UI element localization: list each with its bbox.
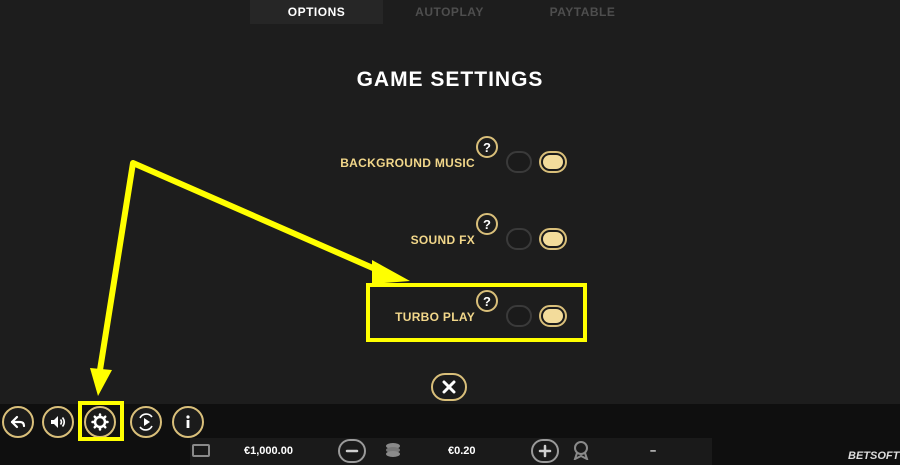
info-button[interactable] (172, 406, 204, 438)
help-button-sound-fx[interactable]: ? (476, 213, 498, 235)
toggle-background-music-on[interactable] (539, 151, 567, 173)
annotation-arrow-lines (97, 160, 384, 371)
close-icon (442, 380, 456, 394)
turbo-play-highlight (366, 283, 587, 342)
speaker-icon (51, 416, 66, 428)
setting-label-sound-fx: SOUND FX (410, 233, 475, 247)
award-icon (572, 440, 590, 461)
decrease-bet-button[interactable] (338, 439, 366, 463)
minus-icon (345, 449, 359, 453)
brand-logo: BETSOFT (848, 450, 900, 462)
back-arrow-icon (10, 415, 26, 429)
autoplay-icon (139, 413, 153, 431)
coins-icon (384, 441, 402, 459)
increase-bet-button[interactable] (531, 439, 559, 463)
plus-icon (538, 444, 552, 458)
toggle-sound-fx-off[interactable] (506, 228, 532, 250)
close-button[interactable] (431, 373, 467, 401)
tab-autoplay[interactable]: AUTOPLAY (383, 0, 516, 24)
annotation-arrowhead-turbo (372, 260, 410, 284)
help-button-background-music[interactable]: ? (476, 136, 498, 158)
settings-button-highlight (78, 401, 124, 441)
tab-paytable[interactable]: PAYTABLE (516, 0, 649, 24)
info-icon (186, 415, 190, 428)
toggle-background-music-off[interactable] (506, 151, 532, 173)
bet-value: €0.20 (448, 445, 476, 457)
wallet-icon (192, 444, 210, 457)
page-title: GAME SETTINGS (356, 68, 544, 91)
toggle-sound-fx-on[interactable] (539, 228, 567, 250)
tab-bar: OPTIONS AUTOPLAY PAYTABLE (250, 0, 650, 24)
tab-options[interactable]: OPTIONS (250, 0, 383, 24)
sound-button[interactable] (42, 406, 74, 438)
back-button[interactable] (2, 406, 34, 438)
autoplay-button[interactable] (130, 406, 162, 438)
balance-value: €1,000.00 (244, 445, 293, 457)
win-value: – (650, 445, 657, 457)
setting-label-background-music: BACKGROUND MUSIC (340, 156, 475, 170)
annotation-arrowhead-settings (90, 368, 112, 396)
